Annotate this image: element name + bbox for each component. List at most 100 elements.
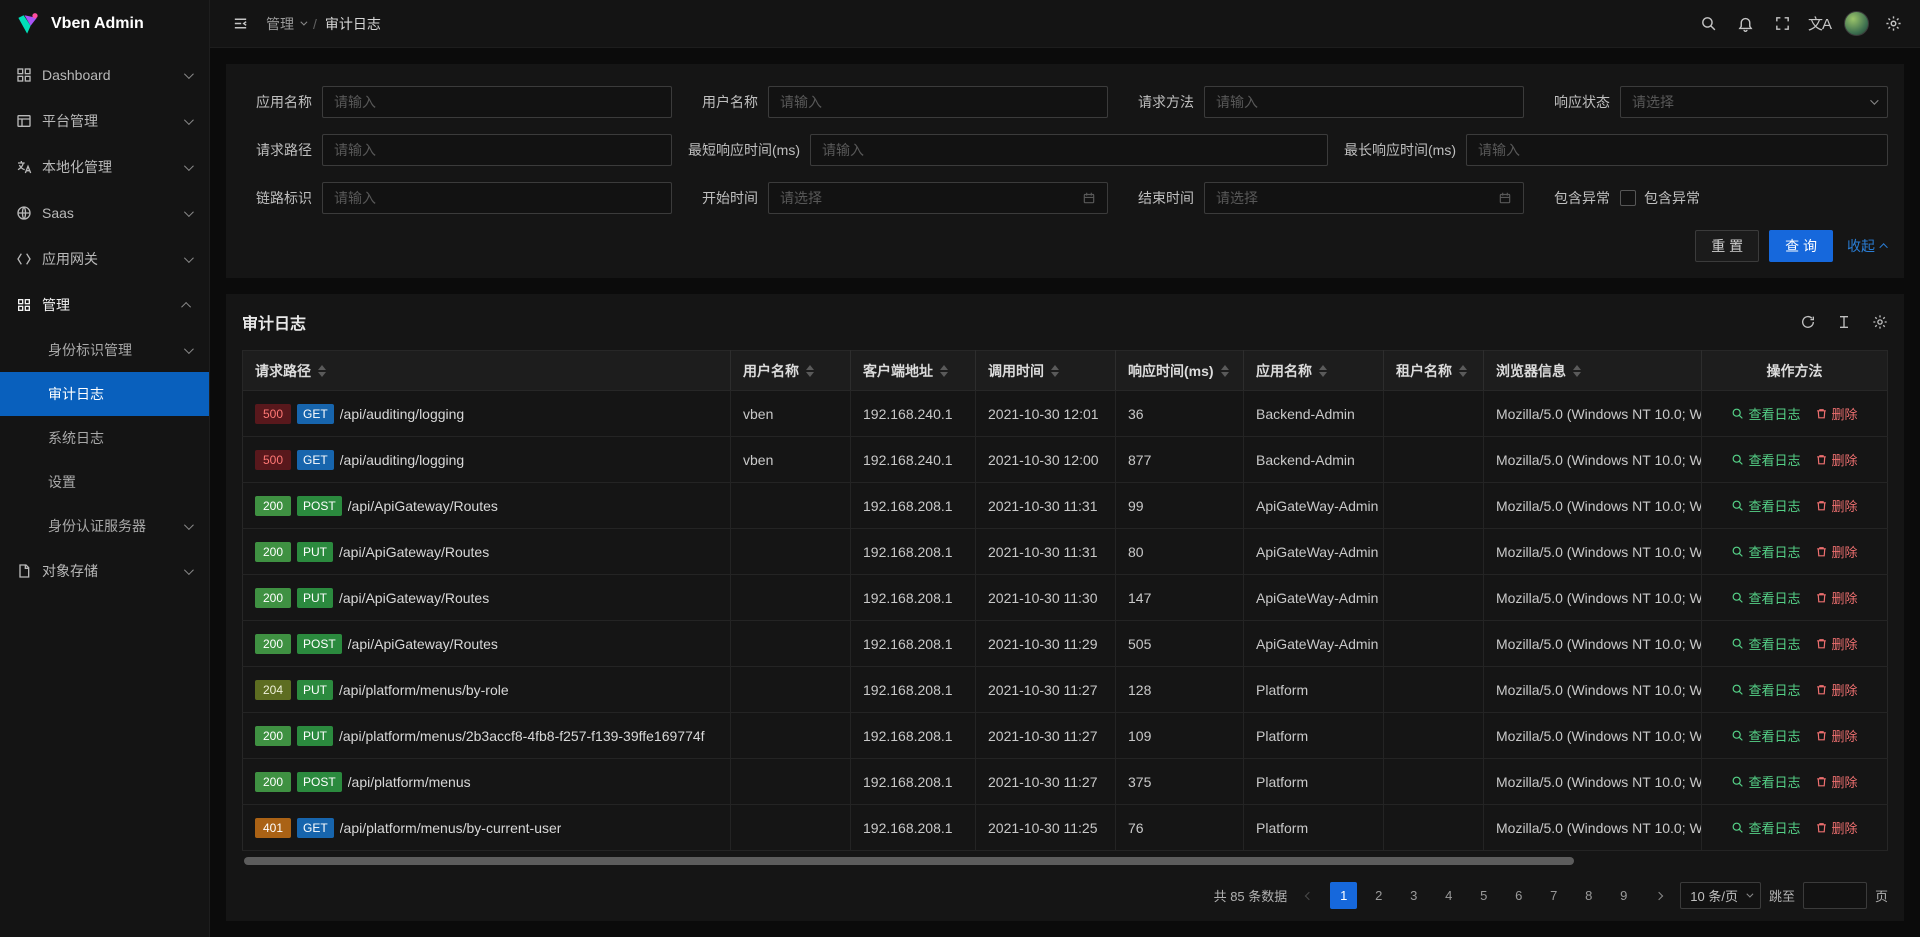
- app-name-input[interactable]: [322, 86, 672, 118]
- page-button[interactable]: 7: [1540, 882, 1567, 909]
- max-response-time-input[interactable]: [1466, 134, 1888, 166]
- delete-button[interactable]: 删除: [1815, 772, 1858, 791]
- sidebar-item-identity-management[interactable]: 身份标识管理: [0, 328, 209, 372]
- table-row[interactable]: 200PUT/api/ApiGateway/Routes 192.168.208…: [243, 575, 1888, 621]
- table-row[interactable]: 401GET/api/platform/menus/by-current-use…: [243, 805, 1888, 851]
- view-log-button[interactable]: 查看日志: [1731, 726, 1800, 745]
- col-header-app-name[interactable]: 应用名称: [1244, 351, 1384, 391]
- breadcrumb-section[interactable]: 管理: [266, 14, 305, 34]
- sort-icon[interactable]: [1051, 365, 1059, 377]
- col-header-user-name[interactable]: 用户名称: [731, 351, 851, 391]
- sort-icon[interactable]: [1573, 365, 1581, 377]
- page-button[interactable]: 6: [1505, 882, 1532, 909]
- trace-id-input[interactable]: [322, 182, 672, 214]
- sort-icon[interactable]: [940, 365, 948, 377]
- page-button[interactable]: 2: [1365, 882, 1392, 909]
- delete-button[interactable]: 删除: [1815, 680, 1858, 699]
- sidebar-item-localization[interactable]: 本地化管理: [0, 144, 209, 190]
- delete-button[interactable]: 删除: [1815, 634, 1858, 653]
- settings-gear-icon[interactable]: [1875, 0, 1912, 48]
- row-height-icon[interactable]: [1836, 314, 1852, 330]
- search-icon[interactable]: [1690, 0, 1727, 48]
- table-row[interactable]: 200PUT/api/platform/menus/2b3accf8-4fb8-…: [243, 713, 1888, 759]
- table-row[interactable]: 200PUT/api/ApiGateway/Routes 192.168.208…: [243, 529, 1888, 575]
- fullscreen-icon[interactable]: [1764, 0, 1801, 48]
- app-logo[interactable]: Vben Admin: [0, 0, 209, 48]
- start-time-picker[interactable]: 请选择: [768, 182, 1108, 214]
- table-row[interactable]: 500GET/api/auditing/logging vben 192.168…: [243, 391, 1888, 437]
- has-exception-checkbox[interactable]: [1620, 190, 1636, 206]
- sidebar-item-system-log[interactable]: 系统日志: [0, 416, 209, 460]
- page-button[interactable]: 4: [1435, 882, 1462, 909]
- sidebar-item-management[interactable]: 管理: [0, 282, 209, 328]
- table-row[interactable]: 204PUT/api/platform/menus/by-role 192.16…: [243, 667, 1888, 713]
- menu-fold-icon[interactable]: [224, 8, 256, 40]
- jump-page-input[interactable]: [1803, 882, 1867, 909]
- next-page-button[interactable]: [1645, 882, 1672, 909]
- delete-button[interactable]: 删除: [1815, 588, 1858, 607]
- page-button[interactable]: 3: [1400, 882, 1427, 909]
- user-name-input[interactable]: [768, 86, 1108, 118]
- sidebar-item-audit-log[interactable]: 审计日志: [0, 372, 209, 416]
- page-button[interactable]: 8: [1575, 882, 1602, 909]
- page-button[interactable]: 9: [1610, 882, 1637, 909]
- col-header-browser[interactable]: 浏览器信息: [1484, 351, 1702, 391]
- delete-button[interactable]: 删除: [1815, 726, 1858, 745]
- collapse-filter-link[interactable]: 收起: [1847, 236, 1888, 256]
- view-log-button[interactable]: 查看日志: [1731, 680, 1800, 699]
- table-row[interactable]: 200POST/api/ApiGateway/Routes 192.168.20…: [243, 483, 1888, 529]
- column-settings-icon[interactable]: [1872, 314, 1888, 330]
- end-time-picker[interactable]: 请选择: [1204, 182, 1524, 214]
- view-log-button[interactable]: 查看日志: [1731, 404, 1800, 423]
- calendar-icon: [1498, 191, 1512, 205]
- view-log-button[interactable]: 查看日志: [1731, 818, 1800, 837]
- sort-icon[interactable]: [1459, 365, 1467, 377]
- sidebar-item-identity-server[interactable]: 身份认证服务器: [0, 504, 209, 548]
- user-avatar[interactable]: [1844, 11, 1869, 36]
- col-header-response-time[interactable]: 响应时间(ms): [1116, 351, 1244, 391]
- sidebar-item-saas[interactable]: Saas: [0, 190, 209, 236]
- http-method-input[interactable]: [1204, 86, 1524, 118]
- delete-button[interactable]: 删除: [1815, 404, 1858, 423]
- sidebar-item-dashboard[interactable]: Dashboard: [0, 52, 209, 98]
- response-status-select[interactable]: 请选择: [1620, 86, 1888, 118]
- sidebar-item-gateway[interactable]: 应用网关: [0, 236, 209, 282]
- delete-button[interactable]: 删除: [1815, 450, 1858, 469]
- sort-icon[interactable]: [1319, 365, 1327, 377]
- min-response-time-input[interactable]: [810, 134, 1328, 166]
- view-log-button[interactable]: 查看日志: [1731, 496, 1800, 515]
- page-button[interactable]: 1: [1330, 882, 1357, 909]
- table-row[interactable]: 200POST/api/platform/menus 192.168.208.1…: [243, 759, 1888, 805]
- view-log-button[interactable]: 查看日志: [1731, 588, 1800, 607]
- notification-bell-icon[interactable]: [1727, 0, 1764, 48]
- delete-button[interactable]: 删除: [1815, 542, 1858, 561]
- view-log-button[interactable]: 查看日志: [1731, 450, 1800, 469]
- view-log-button[interactable]: 查看日志: [1731, 772, 1800, 791]
- prev-page-button[interactable]: [1295, 882, 1322, 909]
- trash-icon: [1815, 683, 1828, 696]
- page-button[interactable]: 5: [1470, 882, 1497, 909]
- view-log-button[interactable]: 查看日志: [1731, 634, 1800, 653]
- sort-icon[interactable]: [1221, 365, 1229, 377]
- delete-button[interactable]: 删除: [1815, 818, 1858, 837]
- scrollbar-thumb[interactable]: [244, 857, 1574, 865]
- sort-icon[interactable]: [318, 365, 326, 377]
- locale-icon[interactable]: 文A: [1801, 0, 1838, 48]
- col-header-client-ip[interactable]: 客户端地址: [851, 351, 976, 391]
- sidebar-item-object-storage[interactable]: 对象存储: [0, 548, 209, 594]
- sidebar-item-settings[interactable]: 设置: [0, 460, 209, 504]
- refresh-icon[interactable]: [1800, 314, 1816, 330]
- sort-icon[interactable]: [806, 365, 814, 377]
- delete-button[interactable]: 删除: [1815, 496, 1858, 515]
- table-row[interactable]: 500GET/api/auditing/logging vben 192.168…: [243, 437, 1888, 483]
- col-header-request-path[interactable]: 请求路径: [243, 351, 731, 391]
- search-button[interactable]: 查 询: [1769, 230, 1833, 262]
- sidebar-item-platform[interactable]: 平台管理: [0, 98, 209, 144]
- request-path-input[interactable]: [322, 134, 672, 166]
- reset-button[interactable]: 重 置: [1695, 230, 1759, 262]
- col-header-invoke-time[interactable]: 调用时间: [976, 351, 1116, 391]
- page-size-select[interactable]: 10 条/页: [1680, 882, 1761, 909]
- table-row[interactable]: 200POST/api/ApiGateway/Routes 192.168.20…: [243, 621, 1888, 667]
- view-log-button[interactable]: 查看日志: [1731, 542, 1800, 561]
- col-header-tenant-name[interactable]: 租户名称: [1384, 351, 1484, 391]
